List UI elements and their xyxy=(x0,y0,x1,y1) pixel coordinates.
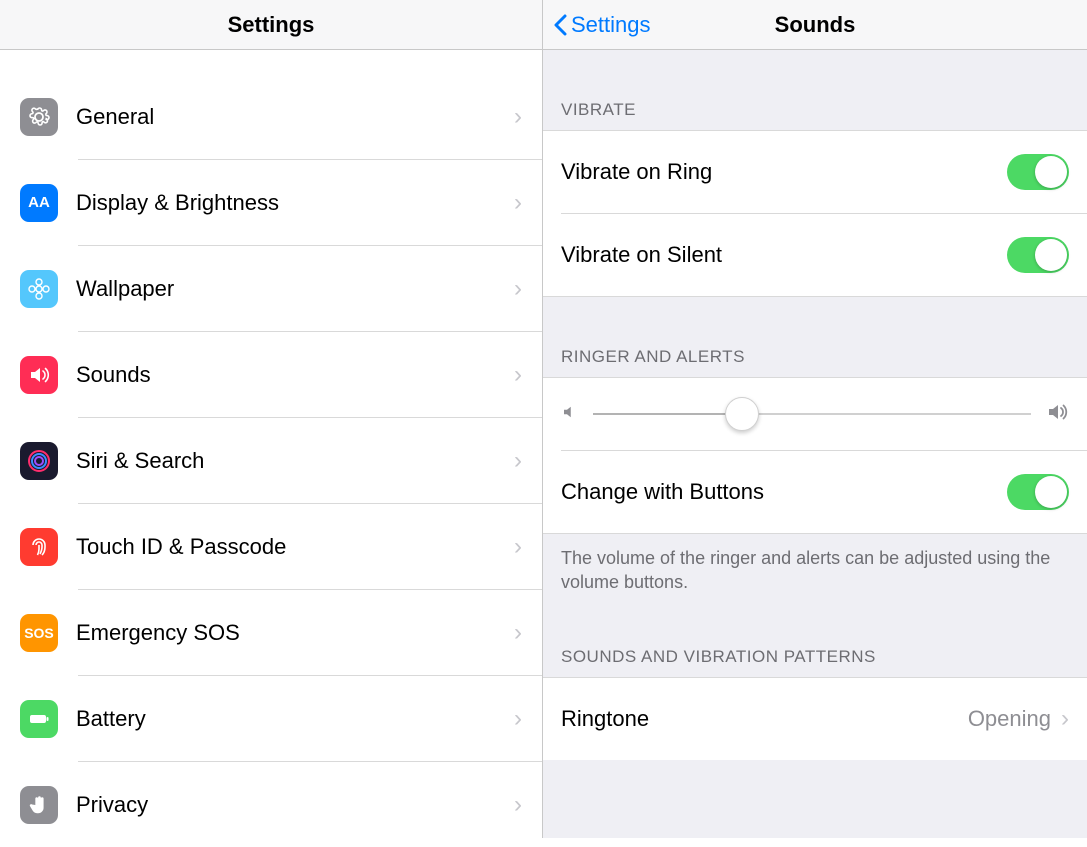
vibrate-group: Vibrate on Ring Vibrate on Silent xyxy=(543,130,1087,297)
settings-item-label: Privacy xyxy=(76,792,514,818)
sounds-detail-pane: Settings Sounds Vibrate Vibrate on Ring … xyxy=(543,0,1087,838)
settings-item-privacy[interactable]: Privacy › xyxy=(0,762,542,847)
row-vibrate-on-silent[interactable]: Vibrate on Silent xyxy=(543,214,1087,296)
toggle-vibrate-on-ring[interactable] xyxy=(1007,154,1069,190)
row-label: Vibrate on Ring xyxy=(561,159,1007,185)
toggle-change-with-buttons[interactable] xyxy=(1007,474,1069,510)
settings-item-label: Touch ID & Passcode xyxy=(76,534,514,560)
section-header-patterns: Sounds and Vibration Patterns xyxy=(543,609,1087,677)
speaker-icon xyxy=(20,356,58,394)
settings-item-label: General xyxy=(76,104,514,130)
settings-item-display-brightness[interactable]: AA Display & Brightness › xyxy=(0,160,542,245)
back-button-label: Settings xyxy=(571,12,651,38)
chevron-right-icon: › xyxy=(514,619,522,647)
text-size-icon: AA xyxy=(20,184,58,222)
settings-item-label: Wallpaper xyxy=(76,276,514,302)
settings-item-wallpaper[interactable]: Wallpaper › xyxy=(0,246,542,331)
toggle-vibrate-on-silent[interactable] xyxy=(1007,237,1069,273)
settings-item-battery[interactable]: Battery › xyxy=(0,676,542,761)
sos-icon: SOS xyxy=(20,614,58,652)
hand-icon xyxy=(20,786,58,824)
chevron-right-icon: › xyxy=(1061,705,1069,733)
battery-icon xyxy=(20,700,58,738)
settings-item-sounds[interactable]: Sounds › xyxy=(0,332,542,417)
chevron-right-icon: › xyxy=(514,533,522,561)
patterns-group: Ringtone Opening › xyxy=(543,677,1087,760)
row-ringtone[interactable]: Ringtone Opening › xyxy=(543,678,1087,760)
row-change-with-buttons[interactable]: Change with Buttons xyxy=(543,451,1087,533)
right-header: Settings Sounds xyxy=(543,0,1087,50)
settings-item-siri-search[interactable]: Siri & Search › xyxy=(0,418,542,503)
settings-item-label: Battery xyxy=(76,706,514,732)
settings-item-emergency-sos[interactable]: SOS Emergency SOS › xyxy=(0,590,542,675)
chevron-right-icon: › xyxy=(514,275,522,303)
row-label: Vibrate on Silent xyxy=(561,242,1007,268)
volume-slider[interactable] xyxy=(593,413,1031,415)
settings-item-general[interactable]: General › xyxy=(0,74,542,159)
volume-slider-thumb[interactable] xyxy=(725,397,759,431)
gear-icon xyxy=(20,98,58,136)
chevron-right-icon: › xyxy=(514,361,522,389)
chevron-right-icon: › xyxy=(514,103,522,131)
row-label: Ringtone xyxy=(561,706,968,732)
row-label: Change with Buttons xyxy=(561,479,1007,505)
volume-slider-row[interactable] xyxy=(543,378,1087,450)
settings-item-touch-id-passcode[interactable]: Touch ID & Passcode › xyxy=(0,504,542,589)
settings-item-label: Siri & Search xyxy=(76,448,514,474)
ringer-footer-note: The volume of the ringer and alerts can … xyxy=(543,534,1087,609)
back-button[interactable]: Settings xyxy=(543,12,651,38)
chevron-left-icon xyxy=(553,14,567,36)
settings-list-pane: Settings General › AA Display & Brightne… xyxy=(0,0,543,838)
flower-icon xyxy=(20,270,58,308)
left-header-title: Settings xyxy=(0,12,542,38)
section-header-ringer-alerts: Ringer and Alerts xyxy=(543,297,1087,377)
volume-high-icon xyxy=(1045,400,1069,429)
row-vibrate-on-ring[interactable]: Vibrate on Ring xyxy=(543,131,1087,213)
chevron-right-icon: › xyxy=(514,189,522,217)
settings-item-label: Emergency SOS xyxy=(76,620,514,646)
chevron-right-icon: › xyxy=(514,447,522,475)
fingerprint-icon xyxy=(20,528,58,566)
chevron-right-icon: › xyxy=(514,791,522,819)
left-header: Settings xyxy=(0,0,542,50)
volume-low-icon xyxy=(561,403,579,426)
ringer-alerts-group: Change with Buttons xyxy=(543,377,1087,534)
row-value: Opening xyxy=(968,706,1051,732)
siri-icon xyxy=(20,442,58,480)
section-header-vibrate: Vibrate xyxy=(543,50,1087,130)
settings-item-label: Display & Brightness xyxy=(76,190,514,216)
chevron-right-icon: › xyxy=(514,705,522,733)
settings-item-label: Sounds xyxy=(76,362,514,388)
